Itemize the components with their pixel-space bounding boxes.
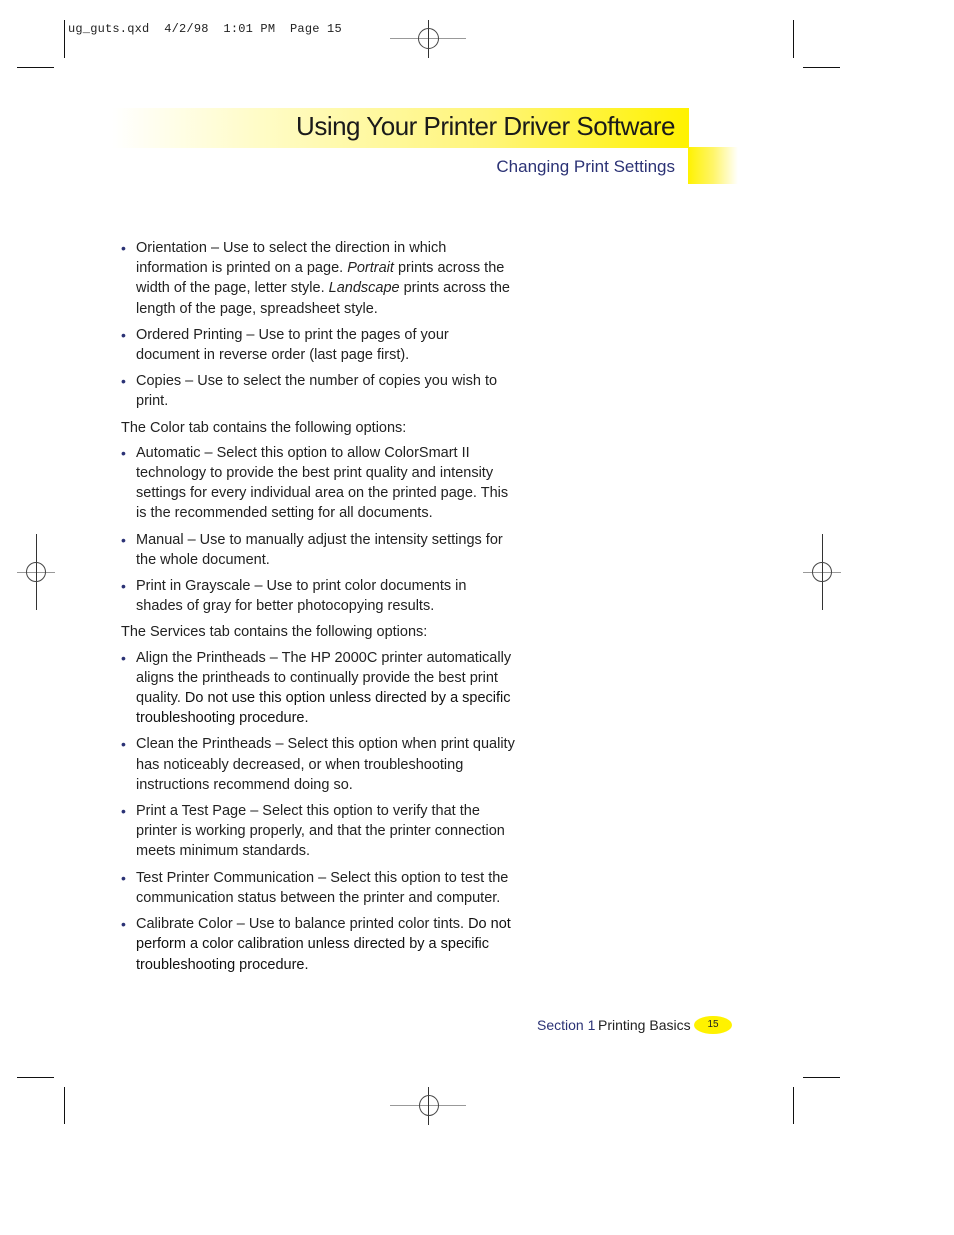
footer-section-label: Section 1 <box>537 1017 596 1033</box>
list-item: • Copies – Use to select the number of c… <box>121 373 498 410</box>
crop-mark <box>64 1087 65 1124</box>
crop-mark <box>17 1077 54 1078</box>
bullet-icon: • <box>121 736 126 753</box>
registration-mark-icon <box>803 534 841 610</box>
bullet-icon: • <box>121 578 126 595</box>
list-item: • Align the Printheads – The HP 2000C pr… <box>121 649 512 727</box>
warning-text: Do not use this option unless directed b… <box>136 690 511 727</box>
list-item: • Clean the Printheads – Select this opt… <box>121 736 515 793</box>
crop-mark <box>64 20 65 58</box>
page-title: Using Your Printer Driver Software <box>296 111 675 141</box>
bullet-icon: • <box>121 373 126 390</box>
bullet-icon: • <box>121 916 126 933</box>
slug-line: ug_guts.qxd 4/2/98 1:01 PM Page 15 <box>68 22 342 36</box>
bullet-icon: • <box>121 326 126 343</box>
bullet-icon: • <box>121 240 126 256</box>
list-item: • Orientation – Use to select the direct… <box>121 240 511 317</box>
list-item: • Test Printer Communication – Select th… <box>121 869 509 906</box>
page-number-badge: 15 <box>694 1016 732 1034</box>
list-item: • Print in Grayscale – Use to print colo… <box>121 578 467 615</box>
crop-mark <box>803 1077 840 1078</box>
color-tab-intro: The Color tab contains the following opt… <box>121 419 407 436</box>
crop-mark <box>793 20 794 58</box>
list-item: • Print a Test Page – Select this option… <box>121 803 505 860</box>
list-item: • Calibrate Color – Use to balance print… <box>121 916 511 973</box>
subtitle-highlight-band <box>688 147 738 184</box>
bullet-icon: • <box>121 649 126 666</box>
footer-chapter-label: Printing Basics <box>598 1017 691 1033</box>
crop-mark <box>803 67 840 68</box>
crop-mark <box>17 67 54 68</box>
services-tab-intro: The Services tab contains the following … <box>121 624 428 641</box>
crop-mark <box>793 1087 794 1124</box>
bullet-icon: • <box>121 869 126 886</box>
bullet-icon: • <box>121 444 126 461</box>
bullet-icon: • <box>121 803 126 820</box>
list-item: • Automatic – Select this option to allo… <box>121 444 509 522</box>
section-subtitle: Changing Print Settings <box>496 157 675 176</box>
list-item: • Manual – Use to manually adjust the in… <box>121 531 503 568</box>
bullet-icon: • <box>121 531 126 548</box>
registration-mark-icon <box>390 1087 466 1125</box>
list-item: • Ordered Printing – Use to print the pa… <box>121 326 449 364</box>
registration-mark-icon <box>17 534 55 610</box>
body-content: • Orientation – Use to select the direct… <box>121 238 516 981</box>
registration-mark-icon <box>390 20 466 58</box>
